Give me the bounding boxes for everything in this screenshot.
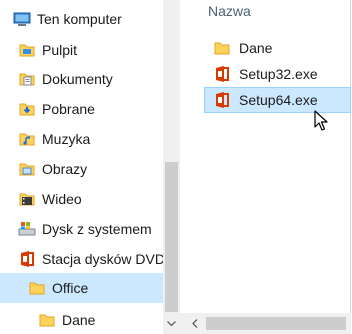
- nav-item-system-drive[interactable]: Dysk z systemem: [0, 214, 163, 244]
- office-setup-icon: [216, 66, 229, 82]
- file-name: Setup32.exe: [239, 66, 318, 82]
- nav-item-pictures[interactable]: Obrazy: [0, 154, 163, 184]
- scroll-left-button[interactable]: [186, 313, 203, 334]
- nav-item-documents[interactable]: Dokumenty: [0, 64, 163, 94]
- file-name: Dane: [239, 40, 273, 56]
- content-horizontal-scrollbar[interactable]: [180, 313, 351, 334]
- nav-item-office[interactable]: Office: [0, 273, 163, 303]
- nav-item-this-pc[interactable]: Ten komputer: [0, 4, 163, 34]
- nav-item-label: Obrazy: [42, 161, 88, 177]
- folder-icon: [29, 282, 45, 295]
- file-explorer-window: Ten komputer Pulpit Dokumenty Pobrane Mu…: [0, 0, 351, 334]
- file-row-dane[interactable]: Dane: [205, 35, 351, 61]
- nav-item-videos[interactable]: Wideo: [0, 184, 163, 214]
- file-list-pane: Nazwa Dane Setup32.exe Setup64.exe: [180, 0, 351, 334]
- nav-item-label: Ten komputer: [37, 11, 122, 27]
- nav-item-label: Stacja dysków DVD: [42, 251, 163, 267]
- folder-icon: [39, 314, 55, 327]
- nav-item-label: Wideo: [42, 191, 82, 207]
- pictures-icon: [19, 163, 35, 176]
- nav-item-dvd-drive[interactable]: Stacja dysków DVD: [0, 244, 163, 274]
- nav-item-label: Dane: [62, 312, 96, 328]
- nav-item-downloads[interactable]: Pobrane: [0, 94, 163, 124]
- office-setup-icon: [216, 92, 229, 108]
- desktop-icon: [19, 44, 35, 57]
- system-drive-icon: [18, 222, 36, 236]
- downloads-icon: [19, 103, 35, 116]
- nav-item-label: Dysk z systemem: [42, 221, 152, 237]
- chevron-down-icon: [167, 321, 176, 327]
- nav-item-label: Pulpit: [42, 42, 78, 58]
- scrollbar-thumb[interactable]: [165, 162, 178, 312]
- folder-icon: [214, 42, 230, 55]
- chevron-left-icon: [191, 319, 197, 328]
- column-header-name[interactable]: Nazwa: [208, 3, 251, 19]
- dvd-drive-icon: [21, 251, 34, 267]
- nav-item-dane[interactable]: Dane: [0, 305, 163, 334]
- navigation-pane: Ten komputer Pulpit Dokumenty Pobrane Mu…: [0, 0, 163, 334]
- nav-item-label: Pobrane: [42, 101, 95, 117]
- nav-item-music[interactable]: Muzyka: [0, 124, 163, 154]
- scrollbar-thumb[interactable]: [206, 317, 346, 330]
- file-row-setup32[interactable]: Setup32.exe: [205, 61, 351, 87]
- videos-icon: [19, 193, 35, 206]
- nav-vertical-scrollbar[interactable]: [163, 0, 180, 334]
- nav-item-label: Office: [52, 280, 89, 296]
- file-name: Setup64.exe: [239, 92, 318, 108]
- scroll-down-button[interactable]: [163, 314, 180, 334]
- documents-icon: [19, 73, 35, 86]
- nav-item-desktop[interactable]: Pulpit: [0, 35, 163, 65]
- computer-icon: [13, 12, 31, 26]
- music-icon: [19, 133, 35, 146]
- nav-item-label: Muzyka: [42, 131, 91, 147]
- mouse-cursor-icon: [314, 110, 328, 131]
- nav-item-label: Dokumenty: [42, 71, 113, 87]
